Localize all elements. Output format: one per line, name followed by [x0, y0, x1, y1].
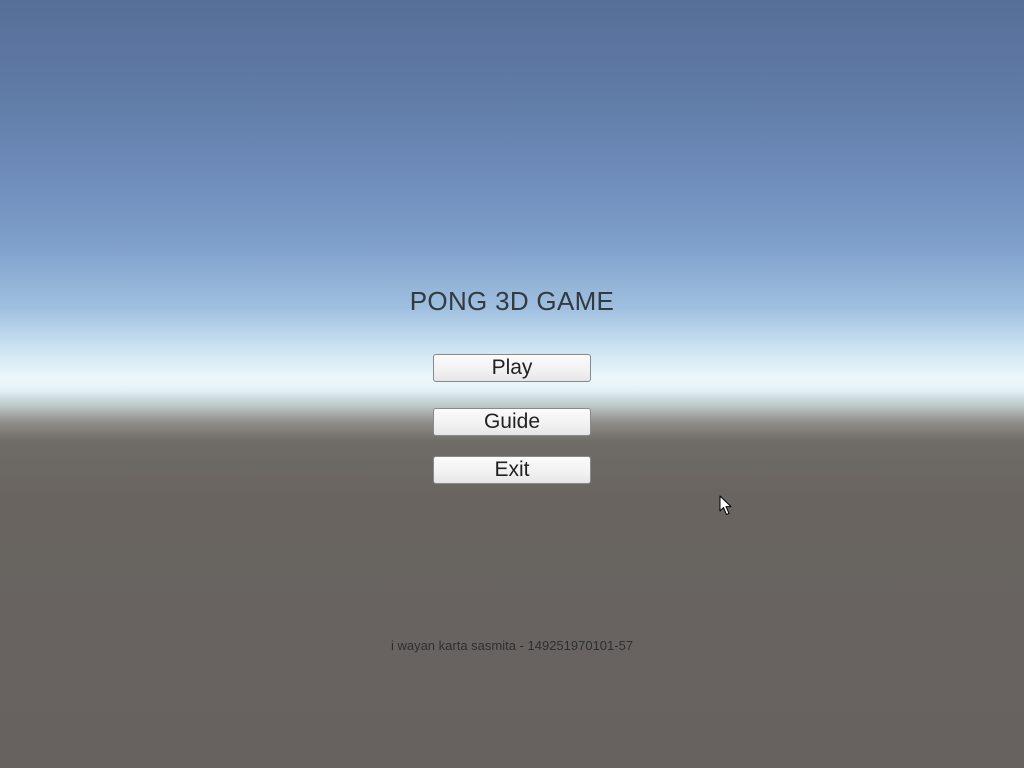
game-viewport: PONG 3D GAME Play Guide Exit i wayan kar…: [0, 0, 1024, 768]
guide-button[interactable]: Guide: [433, 408, 591, 436]
game-title: PONG 3D GAME: [409, 286, 615, 316]
guide-button-label: Guide: [483, 410, 541, 433]
exit-button-label: Exit: [494, 458, 530, 481]
play-button-label: Play: [491, 356, 533, 379]
exit-button[interactable]: Exit: [433, 456, 591, 484]
credits-text: i wayan karta sasmita - 149251970101-57: [390, 638, 634, 653]
mouse-pointer-icon: [719, 495, 732, 515]
play-button[interactable]: Play: [433, 354, 591, 382]
